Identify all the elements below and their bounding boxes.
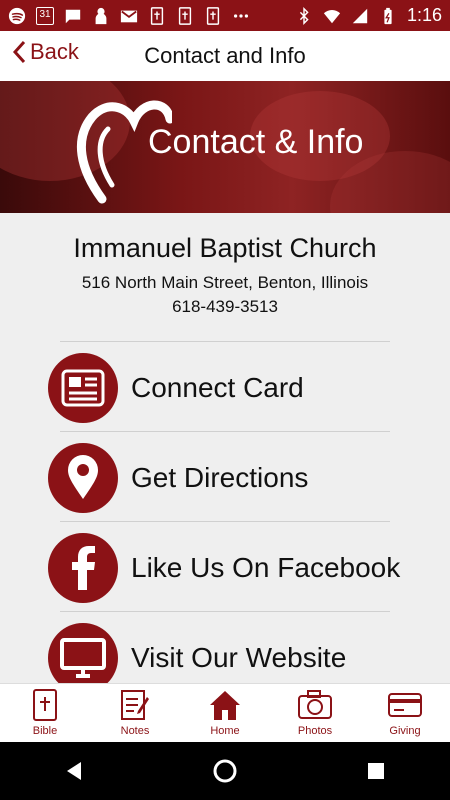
tab-bar: Bible Notes Home Photos Giving [0,683,450,742]
get-directions-button[interactable]: Get Directions [48,442,408,514]
tab-giving[interactable]: Giving [360,684,450,742]
battery-icon [384,7,392,24]
bible-icon [178,6,192,25]
tab-bible[interactable]: Bible [0,684,90,742]
map-pin-icon [48,443,118,513]
back-button-label: Back [30,39,79,64]
hero-title: Contact & Info [148,123,364,161]
status-bar-right-icons: 1:16 [295,5,442,26]
connect-card-button[interactable]: Connect Card [48,352,408,424]
status-bar: 31 1:16 [0,0,450,31]
nav-bar: Back Contact and Info [0,31,450,81]
tab-photos-label: Photos [297,725,333,737]
bible-icon [150,6,164,25]
camera-icon [298,690,332,719]
tab-notes-label: Notes [120,725,150,737]
home-circle-icon[interactable] [212,758,238,784]
visit-website-label: Visit Our Website [131,642,347,673]
signal-icon [352,8,368,23]
divider [60,341,390,342]
person-icon [95,7,107,24]
bluetooth-icon [299,6,309,25]
contact-info-content: Immanuel Baptist Church 516 North Main S… [0,213,450,693]
chevron-left-icon [12,40,26,64]
more-icon [233,13,249,18]
credit-card-icon [388,693,422,717]
church-name: Immanuel Baptist Church [73,233,377,263]
recents-square-icon[interactable] [365,760,387,782]
tab-photos[interactable]: Photos [270,684,360,742]
status-bar-left-icons: 31 [8,6,250,25]
tab-giving-label: Giving [389,725,421,737]
wifi-icon [323,9,341,23]
message-icon [65,9,81,23]
tab-notes[interactable]: Notes [90,684,180,742]
divider [60,611,390,612]
bible-icon [206,6,220,25]
status-time: 1:16 [406,5,442,25]
home-icon [210,691,240,720]
divider [60,521,390,522]
back-triangle-icon[interactable] [63,760,85,782]
spotify-icon [8,7,26,24]
connect-card-label: Connect Card [131,372,304,403]
calendar-icon: 31 [36,6,54,25]
facebook-button[interactable]: Like Us On Facebook [48,532,408,604]
gmail-icon [120,10,138,22]
connect-card-icon [48,353,118,423]
tab-bible-label: Bible [32,725,58,737]
divider [60,431,390,432]
church-phone[interactable]: 618-439-3513 [0,297,450,317]
get-directions-label: Get Directions [131,462,309,493]
tab-home-label: Home [210,725,240,737]
notes-icon [121,690,149,720]
facebook-label: Like Us On Facebook [131,552,401,583]
tab-home[interactable]: Home [180,684,270,742]
system-nav-bar [0,742,450,800]
back-button[interactable]: Back [12,39,79,65]
church-address[interactable]: 516 North Main Street, Benton, Illinois [0,273,450,293]
bible-icon [33,689,57,721]
hero-banner: Contact & Info [0,81,450,213]
facebook-icon [48,533,118,603]
